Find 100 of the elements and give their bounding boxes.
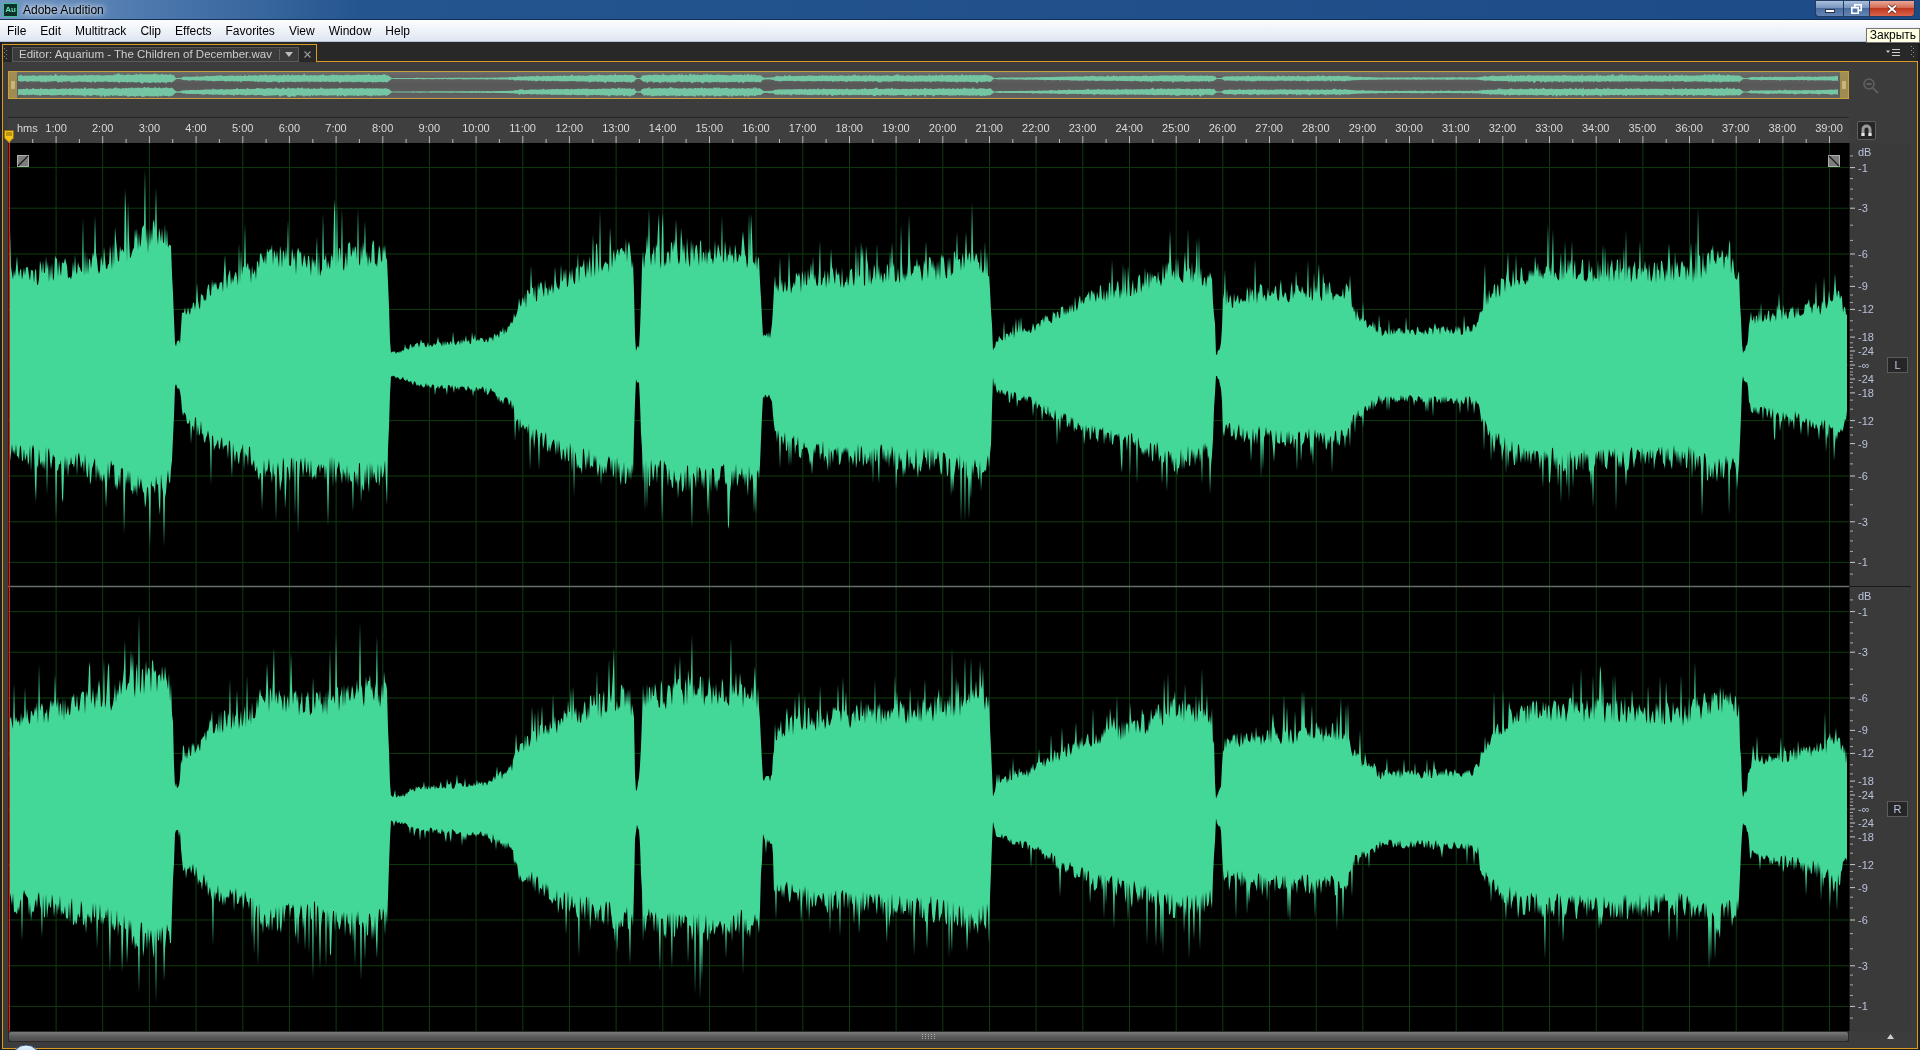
ruler-label: 22:00 xyxy=(1022,122,1050,134)
ruler-label: 31:00 xyxy=(1442,122,1470,134)
ruler-label: 18:00 xyxy=(835,122,863,134)
scale-label: -6 xyxy=(1858,248,1868,260)
diagonal-ramp-icon[interactable] xyxy=(17,155,29,167)
scale-label: -9 xyxy=(1858,280,1868,293)
drag-grip-icon[interactable] xyxy=(1911,46,1914,58)
ruler-label: 14:00 xyxy=(648,122,677,134)
ruler-label: 38:00 xyxy=(1768,122,1797,134)
scale-label: -6 xyxy=(1858,692,1868,704)
menu-item[interactable]: Window xyxy=(321,22,379,39)
editor-tab[interactable]: Editor: Aquarium - The Children of December.wav xyxy=(12,47,299,62)
magnet-icon xyxy=(1861,124,1872,136)
scale-label: -18 xyxy=(1858,331,1874,344)
scale-label: -9 xyxy=(1858,724,1868,737)
close-icon[interactable] xyxy=(303,51,311,58)
scale-label: -3 xyxy=(1858,646,1868,659)
ruler-label: 2:00 xyxy=(92,122,114,134)
scale-label: -18 xyxy=(1858,386,1874,399)
ruler-label: 15:00 xyxy=(695,122,723,134)
window-title: Adobe Audition xyxy=(23,3,104,17)
ruler-label: 30:00 xyxy=(1395,122,1423,134)
minimize-icon xyxy=(1824,9,1835,13)
ruler-label: 4:00 xyxy=(185,122,207,134)
scale-label: -6 xyxy=(1858,470,1868,482)
ruler-label: 26:00 xyxy=(1208,122,1237,134)
ruler-label: 24:00 xyxy=(1115,122,1143,134)
menu-item[interactable]: Favorites xyxy=(218,22,282,39)
scale-label: -∞ xyxy=(1858,359,1870,371)
scale-label: -12 xyxy=(1858,303,1874,316)
scale-label: -12 xyxy=(1858,414,1874,427)
waveform-display[interactable] xyxy=(8,143,1849,1031)
grip-icon xyxy=(922,1034,935,1039)
ruler-label: 29:00 xyxy=(1348,122,1377,134)
ruler-label: 12:00 xyxy=(555,122,584,134)
ruler-label: 5:00 xyxy=(231,122,254,134)
scrollbar-thumb[interactable] xyxy=(9,1032,1848,1041)
minimize-button[interactable] xyxy=(1815,0,1843,17)
ruler-label: 25:00 xyxy=(1162,122,1190,134)
range-handle-icon[interactable] xyxy=(9,72,17,98)
ruler-label: 13:00 xyxy=(602,122,630,134)
ruler-label: 35:00 xyxy=(1628,122,1657,134)
ruler-label: 23:00 xyxy=(1068,122,1097,134)
ruler-label: 20:00 xyxy=(928,122,957,134)
scale-label: -12 xyxy=(1858,858,1874,871)
ruler-label: 16:00 xyxy=(742,122,770,134)
scale-label: -24 xyxy=(1858,817,1874,829)
scale-label: -3 xyxy=(1858,959,1868,972)
scale-label: -12 xyxy=(1858,747,1874,760)
scale-label: -18 xyxy=(1858,830,1874,843)
start-orb-icon[interactable] xyxy=(12,1044,40,1050)
restore-button[interactable] xyxy=(1843,0,1869,17)
scale-label: -9 xyxy=(1858,881,1868,894)
menu-item[interactable]: Multitrack xyxy=(68,22,134,39)
scale-label: -18 xyxy=(1858,775,1874,788)
ruler-label: 9:00 xyxy=(418,122,440,134)
scale-label: -1 xyxy=(1858,1000,1868,1013)
ruler-label: 7:00 xyxy=(325,122,347,134)
snap-button[interactable] xyxy=(1857,120,1876,140)
menu-item[interactable]: Help xyxy=(378,22,418,39)
close-button[interactable] xyxy=(1869,0,1915,17)
triangle-up-icon[interactable] xyxy=(1887,1034,1894,1039)
ruler-label: 34:00 xyxy=(1581,122,1610,134)
scale-label: -∞ xyxy=(1858,803,1870,815)
scale-unit-label: dB xyxy=(1858,590,1872,602)
ruler-label: 39:00 xyxy=(1815,122,1843,134)
ruler-label: 21:00 xyxy=(975,122,1003,134)
close-icon xyxy=(1886,3,1898,14)
restore-icon xyxy=(1851,3,1862,14)
ruler-label: 27:00 xyxy=(1255,122,1283,134)
menu-item[interactable]: Effects xyxy=(168,22,219,39)
ruler-label: 10:00 xyxy=(462,122,490,134)
panel-menu-icon[interactable] xyxy=(1886,49,1900,56)
channel-button[interactable]: L xyxy=(1887,357,1908,373)
menu-item[interactable]: File xyxy=(0,22,34,39)
scale-label: -3 xyxy=(1858,515,1868,528)
menu-item[interactable]: Edit xyxy=(33,22,69,39)
ruler-label: 3:00 xyxy=(138,122,161,134)
ruler-label: 32:00 xyxy=(1488,122,1517,134)
menu-item[interactable]: View xyxy=(281,22,322,39)
range-handle-icon[interactable] xyxy=(1840,72,1848,98)
app-logo: Au xyxy=(3,3,18,17)
scale-unit-label: dB xyxy=(1858,146,1872,158)
scale-label: -9 xyxy=(1858,437,1868,450)
caret-icon[interactable] xyxy=(284,52,293,57)
ruler-label: 11:00 xyxy=(509,122,536,134)
scale-label: -3 xyxy=(1858,202,1868,215)
menu-item[interactable]: Clip xyxy=(133,22,169,39)
scale-label: -6 xyxy=(1858,914,1868,926)
drag-grip-icon[interactable] xyxy=(4,48,7,60)
scale-label: -24 xyxy=(1858,345,1874,357)
channel-button[interactable]: R xyxy=(1887,801,1908,817)
ruler-label: 36:00 xyxy=(1675,122,1703,134)
ruler-label: 19:00 xyxy=(882,122,910,134)
ruler-label: 8:00 xyxy=(371,122,394,134)
scale-label: -24 xyxy=(1858,373,1874,385)
playhead-marker-icon[interactable] xyxy=(4,130,14,143)
ruler-label: 37:00 xyxy=(1721,122,1750,134)
ruler-label: hms xyxy=(17,122,38,134)
diagonal-ramp-icon[interactable] xyxy=(1828,155,1840,167)
